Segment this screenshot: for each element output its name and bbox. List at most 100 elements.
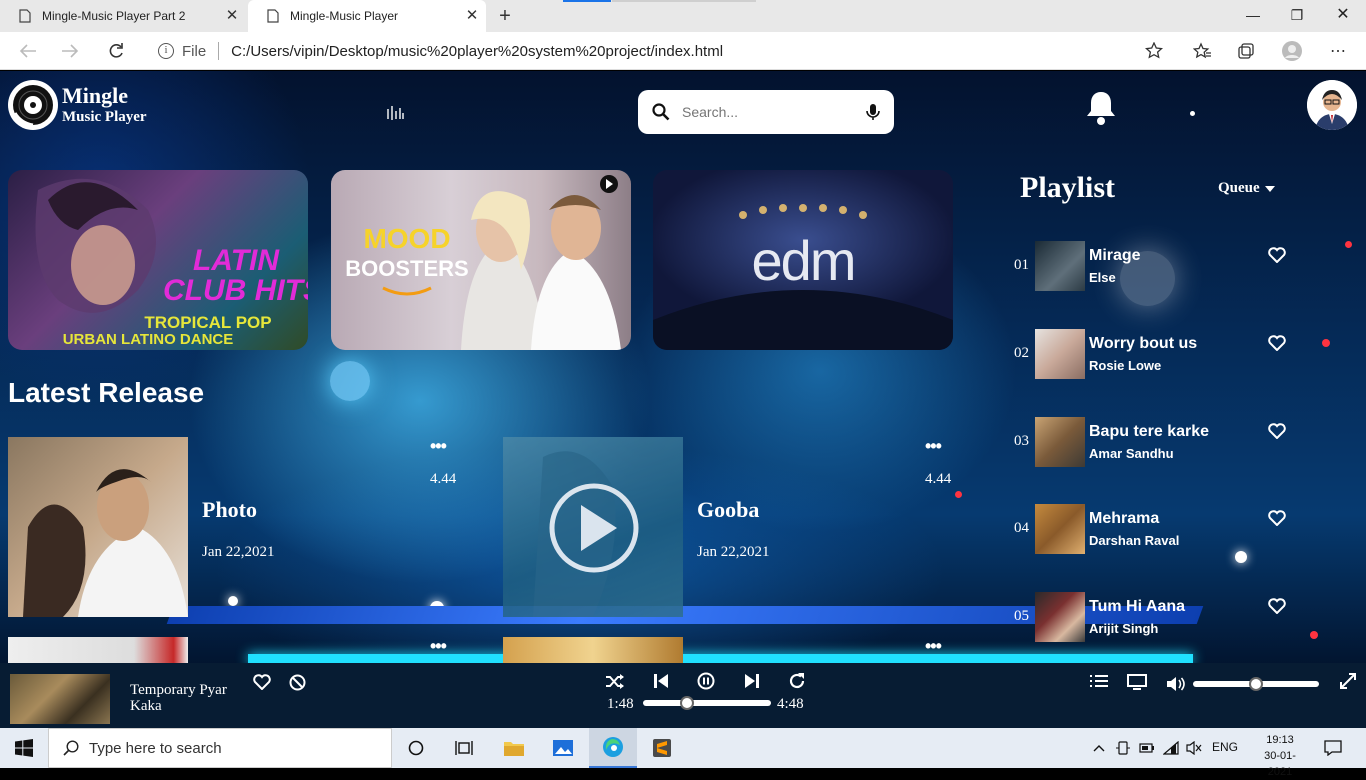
refresh-button[interactable] <box>104 40 128 62</box>
browser-tab-1[interactable]: Mingle-Music Player Part 2 ✕ <box>0 0 246 32</box>
volume-knob[interactable] <box>1249 677 1263 691</box>
sparkle <box>1322 339 1330 347</box>
photos-icon[interactable] <box>539 728 587 768</box>
current-time: 1:48 <box>607 696 634 712</box>
search-bar[interactable] <box>638 90 894 134</box>
banner-latin-club-hits[interactable]: LATIN CLUB HITS TROPICAL POP URBAN LATIN… <box>8 170 308 350</box>
playlist-item-title: Bapu tere karke <box>1089 423 1210 440</box>
heart-icon[interactable] <box>253 674 271 690</box>
microphone-icon[interactable] <box>866 103 880 121</box>
url-scheme-label: File <box>182 42 207 60</box>
heart-icon[interactable] <box>1268 598 1286 614</box>
volume-icon[interactable] <box>1166 676 1186 692</box>
favorites-icon[interactable] <box>1190 40 1214 62</box>
edge-browser-icon[interactable] <box>589 728 637 768</box>
search-input[interactable] <box>682 104 852 120</box>
search-icon <box>652 103 670 121</box>
cortana-icon[interactable] <box>392 728 440 768</box>
playlist-item[interactable]: 03 Bapu tere karke Amar Sandhu <box>1014 417 1314 469</box>
notification-bell-icon[interactable] <box>1085 90 1117 126</box>
sublime-text-icon[interactable] <box>638 728 686 768</box>
user-avatar[interactable] <box>1307 80 1357 130</box>
device-screen-icon[interactable] <box>1127 674 1147 690</box>
restore-button[interactable]: ❐ <box>1282 4 1312 26</box>
tab-loading-track <box>612 0 756 2</box>
heart-icon[interactable] <box>1268 510 1286 526</box>
clock-time: 19:13 <box>1266 734 1294 746</box>
browser-tab-bar: Mingle-Music Player Part 2 ✕ Mingle-Musi… <box>0 0 1366 32</box>
clock-date: 30-01-2021 <box>1264 750 1296 778</box>
task-view-icon[interactable] <box>440 728 488 768</box>
progress-knob[interactable] <box>679 696 694 710</box>
previous-track-icon[interactable] <box>653 673 669 689</box>
browser-tab-2-active[interactable]: Mingle-Music Player ✕ <box>248 0 486 32</box>
heart-icon[interactable] <box>1268 423 1286 439</box>
banner-mood-boosters[interactable]: MOOD BOOSTERS <box>331 170 631 350</box>
collections-icon[interactable] <box>1234 40 1258 62</box>
song-photo-thumbnail[interactable] <box>8 437 188 617</box>
close-tab-icon[interactable]: ✕ <box>224 8 240 24</box>
app-logo[interactable]: Mingle Music Player <box>8 80 147 130</box>
info-icon[interactable]: i <box>158 43 174 59</box>
minimize-button[interactable]: — <box>1238 4 1268 26</box>
fullscreen-icon[interactable] <box>1340 673 1356 689</box>
now-playing-thumbnail[interactable] <box>10 674 110 724</box>
more-options-icon[interactable]: ⋯ <box>1326 40 1350 62</box>
close-window-button[interactable]: ✕ <box>1328 4 1358 26</box>
song-4-thumbnail[interactable] <box>503 637 683 663</box>
tray-chevron-up-icon[interactable] <box>1088 728 1110 768</box>
taskbar-search-box[interactable]: Type here to search <box>48 728 392 768</box>
playlist-item[interactable]: 04 Mehrama Darshan Raval <box>1014 504 1314 556</box>
song-2-more-icon[interactable]: ••• <box>925 437 942 455</box>
song-4-more-icon[interactable]: ••• <box>925 637 942 655</box>
next-track-icon[interactable] <box>744 673 760 689</box>
sparkle <box>1190 111 1195 116</box>
forward-button[interactable] <box>58 40 82 62</box>
song-gooba-thumbnail[interactable] <box>503 437 683 617</box>
taskbar-clock[interactable]: 19:13 30-01-2021 <box>1256 732 1304 780</box>
tab-title: Mingle-Music Player Part 2 <box>42 9 186 23</box>
language-indicator[interactable]: ENG <box>1212 740 1238 754</box>
svg-text:TROPICAL POP: TROPICAL POP <box>144 313 271 332</box>
repeat-icon[interactable] <box>788 672 806 690</box>
heart-icon[interactable] <box>1268 247 1286 263</box>
new-tab-button[interactable]: + <box>494 5 516 27</box>
heart-icon[interactable] <box>1268 335 1286 351</box>
progress-track[interactable] <box>643 700 771 706</box>
wifi-icon[interactable] <box>1160 728 1182 768</box>
song-3-more-icon[interactable]: ••• <box>430 637 447 655</box>
page-icon <box>18 9 32 23</box>
tray-people-icon[interactable] <box>1112 728 1134 768</box>
speaker-muted-icon[interactable] <box>1183 728 1205 768</box>
url-box[interactable]: i File C:/Users/vipin/Desktop/music%20pl… <box>146 36 1176 66</box>
playlist-item-thumbnail <box>1035 592 1085 642</box>
windows-start-icon[interactable] <box>0 728 48 768</box>
tab-title: Mingle-Music Player <box>290 9 399 23</box>
playlist-item[interactable]: 05 Tum Hi Aana Arijit Singh <box>1014 592 1314 644</box>
block-icon[interactable] <box>289 674 306 691</box>
playlist-item[interactable]: 02 Worry bout us Rosie Lowe <box>1014 329 1314 381</box>
queue-list-icon[interactable] <box>1090 674 1108 689</box>
back-button[interactable] <box>16 40 40 62</box>
playlist-item-title: Mirage <box>1089 247 1141 264</box>
banner-edm[interactable]: edm <box>653 170 953 350</box>
pause-icon[interactable] <box>697 672 715 690</box>
shuffle-icon[interactable] <box>605 673 625 690</box>
add-favorite-icon[interactable] <box>1142 40 1166 62</box>
queue-dropdown[interactable]: Queue <box>1218 180 1276 197</box>
close-tab-icon[interactable]: ✕ <box>464 8 480 24</box>
song-3-thumbnail[interactable] <box>8 637 188 663</box>
playlist-item[interactable]: 01 Mirage Else <box>1014 241 1314 293</box>
playlist-item-artist: Darshan Raval <box>1089 533 1180 548</box>
page-icon <box>266 9 280 23</box>
profile-icon[interactable] <box>1280 40 1304 62</box>
song-1-title[interactable]: Photo <box>202 497 257 523</box>
playlist-item-artist: Amar Sandhu <box>1089 446 1174 461</box>
song-1-date: Jan 22,2021 <box>202 544 275 560</box>
notifications-center-icon[interactable] <box>1318 728 1348 768</box>
url-text[interactable]: C:/Users/vipin/Desktop/music%20player%20… <box>231 43 723 60</box>
battery-icon[interactable] <box>1136 728 1158 768</box>
song-2-title[interactable]: Gooba <box>697 497 759 523</box>
file-explorer-icon[interactable] <box>490 728 538 768</box>
song-1-more-icon[interactable]: ••• <box>430 437 447 455</box>
